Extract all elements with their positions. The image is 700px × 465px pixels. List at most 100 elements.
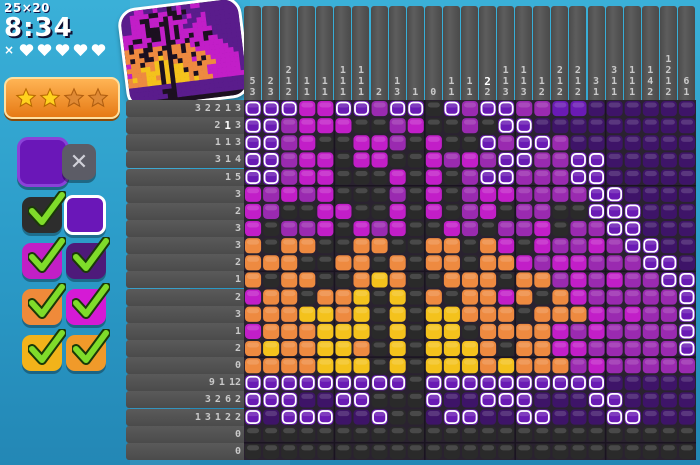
preview-pixel (152, 85, 158, 91)
preview-pixel (195, 89, 202, 96)
cell-highlight (283, 359, 296, 365)
cell-highlight (518, 359, 531, 365)
preview-pixel (227, 80, 234, 87)
cell-highlight (373, 359, 386, 365)
preview-pixel (124, 16, 131, 22)
cell-highlight (391, 205, 404, 211)
palette-swatch[interactable] (66, 329, 110, 371)
preview-pixel (135, 63, 141, 69)
column-hint-number: 2 (574, 87, 581, 98)
cell-highlight (482, 222, 495, 228)
row-hint: 314 (126, 151, 244, 169)
preview-pixel (185, 8, 192, 15)
cell-highlight (427, 171, 440, 177)
preview-pixel (207, 30, 214, 36)
palette-swatch[interactable] (22, 237, 66, 279)
row-hint: 0 (126, 442, 244, 460)
palette-swatch[interactable] (66, 283, 110, 325)
palette-swatch[interactable] (22, 283, 66, 325)
cell-highlight (265, 256, 278, 262)
cell-highlight (283, 445, 296, 451)
cell-highlight (572, 411, 585, 417)
cell-highlight (319, 291, 332, 297)
cell-highlight (554, 239, 567, 245)
preview-pixel (194, 2, 201, 9)
column-hint-number: 6 (683, 76, 690, 87)
preview-pixel (180, 81, 187, 88)
cell-highlight (554, 393, 567, 399)
cell-highlight (337, 222, 350, 228)
cell-highlight (463, 359, 477, 365)
preview-pixel (169, 73, 176, 80)
cell-highlight (463, 342, 477, 348)
cell-highlight (391, 342, 404, 348)
cell-highlight (355, 308, 368, 314)
preview-pixel (135, 29, 142, 35)
cell-highlight (536, 428, 549, 434)
cell-highlight (427, 325, 440, 331)
cell-highlight (445, 119, 458, 125)
preview-pixel (135, 24, 142, 31)
hearts (19, 43, 106, 57)
preview-pixel (233, 46, 239, 53)
preview-pixel (128, 44, 134, 51)
preview-pixel (220, 62, 227, 69)
cell-highlight (500, 239, 513, 245)
preview-pixel (138, 14, 145, 21)
palette-swatch[interactable] (22, 191, 66, 233)
cell-highlight (536, 393, 549, 399)
preview-pixel (161, 45, 168, 52)
preview-pixel (162, 11, 168, 18)
palette-swatch[interactable] (64, 195, 106, 235)
preview-pixel (158, 21, 165, 28)
cell-highlight (319, 239, 332, 245)
column-hint-number: 2 (665, 87, 672, 98)
preview-pixel (230, 65, 237, 72)
cell-highlight (427, 205, 440, 211)
preview-pixel (175, 5, 182, 11)
row-hint-number: 1 (224, 103, 231, 114)
palette-swatch[interactable] (66, 237, 110, 279)
cell-highlight (554, 119, 567, 125)
cell-highlight (427, 359, 440, 365)
cell-highlight (662, 205, 675, 211)
cell-highlight (608, 136, 621, 142)
cell-highlight (680, 376, 693, 382)
nonogram-board[interactable] (244, 100, 696, 460)
column-hint-number: 1 (665, 76, 672, 87)
row-hint: 9 1 12 (126, 374, 244, 392)
preview-pixel (155, 70, 161, 77)
preview-pixel (142, 81, 149, 88)
preview-pixel (237, 41, 243, 47)
cell-highlight (373, 325, 386, 331)
cell-highlight (463, 222, 477, 228)
cell-highlight (536, 308, 549, 314)
cell-highlight (445, 308, 458, 314)
cell-highlight (391, 119, 404, 125)
erase-button[interactable]: ✕ (62, 144, 96, 180)
column-hint-number: 5 (249, 76, 256, 87)
preview-pixel (226, 32, 233, 39)
preview-pixel (221, 67, 228, 73)
preview-pixel (146, 37, 153, 44)
preview-pixel (229, 17, 236, 24)
preview-pixel (215, 53, 221, 60)
preview-pixel (232, 41, 239, 48)
board-grid[interactable] (244, 100, 696, 460)
cell-highlight (482, 153, 495, 159)
puzzle-preview-image[interactable] (116, 0, 252, 112)
preview-pixel (167, 93, 174, 99)
cell-highlight (644, 273, 657, 279)
preview-pixel (169, 68, 175, 75)
preview-pixel (148, 18, 155, 24)
preview-pixel (124, 11, 130, 18)
preview-pixel (205, 54, 212, 61)
column-hint-number: 1 (357, 76, 364, 87)
row-hint-number: 1 (224, 171, 231, 183)
cell-highlight (391, 411, 404, 417)
cell-highlight (409, 239, 422, 245)
preview-pixel (208, 34, 214, 41)
cell-highlight (247, 222, 260, 228)
cell-highlight (445, 136, 458, 142)
palette-swatch[interactable] (22, 329, 66, 371)
